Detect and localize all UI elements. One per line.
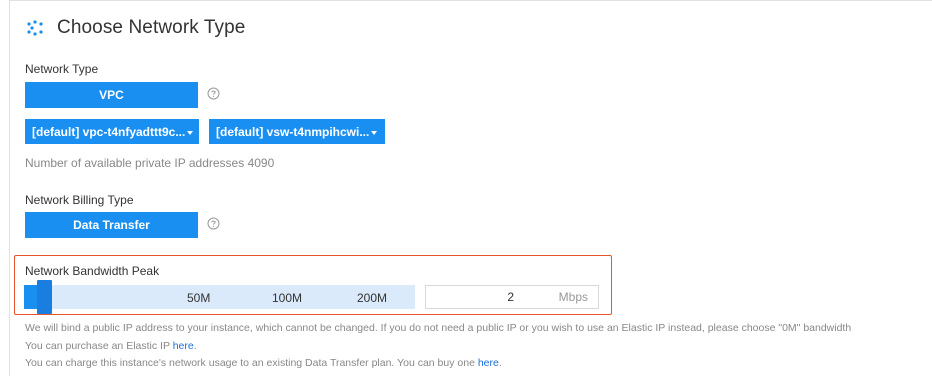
slider-tick-50m: 50M	[187, 291, 211, 305]
data-transfer-plan-link[interactable]: here	[478, 357, 499, 369]
billing-type-label: Network Billing Type	[25, 193, 134, 207]
section-title: Choose Network Type	[57, 17, 246, 38]
vswitch-select[interactable]: [default] vsw-t4nmpihcwi...	[209, 119, 385, 144]
bandwidth-label: Network Bandwidth Peak	[25, 264, 160, 278]
help-circle-icon[interactable]	[207, 87, 220, 100]
slider-tick-100m: 100M	[272, 291, 303, 305]
network-dots-icon	[25, 18, 45, 38]
available-ip-count: Number of available private IP addresses…	[25, 156, 275, 170]
vpc-select-value: [default] vpc-t4nfyadttt9c...	[32, 124, 186, 139]
network-type-label: Network Type	[25, 62, 99, 76]
elastic-ip-link[interactable]: here	[173, 340, 194, 352]
panel-frame	[9, 0, 932, 376]
section-header: Choose Network Type	[25, 17, 245, 39]
chevron-down-icon	[371, 130, 378, 135]
elastic-ip-note: You can purchase an Elastic IP here.	[25, 340, 197, 352]
data-transfer-plan-note-text: You can charge this instance's network u…	[25, 357, 478, 369]
vpc-button[interactable]: VPC	[25, 82, 198, 108]
help-circle-icon[interactable]	[207, 217, 220, 230]
vswitch-select-value: [default] vsw-t4nmpihcwi...	[216, 124, 370, 139]
elastic-ip-note-end: .	[193, 340, 197, 352]
bandwidth-unit: Mbps	[558, 290, 588, 304]
elastic-ip-note-text: You can purchase an Elastic IP	[25, 340, 173, 352]
chevron-down-icon	[187, 130, 194, 135]
data-transfer-plan-note: You can charge this instance's network u…	[25, 357, 502, 369]
bandwidth-input[interactable]: 2 Mbps	[425, 285, 599, 309]
vpc-select[interactable]: [default] vpc-t4nfyadttt9c...	[25, 119, 199, 144]
slider-tick-200m: 200M	[357, 291, 388, 305]
data-transfer-button[interactable]: Data Transfer	[25, 212, 198, 238]
data-transfer-plan-note-end: .	[498, 357, 502, 369]
bandwidth-value[interactable]: 2	[507, 290, 514, 304]
bandwidth-slider-handle[interactable]	[37, 280, 52, 314]
public-ip-note: We will bind a public IP address to your…	[25, 322, 852, 334]
